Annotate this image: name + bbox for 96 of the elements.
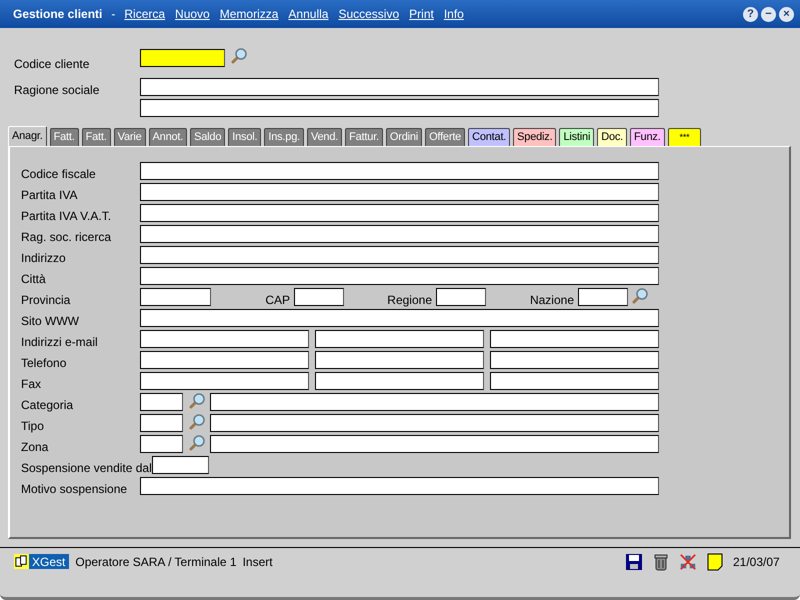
- code-field[interactable]: [140, 414, 183, 432]
- documents-icon: [14, 554, 29, 569]
- search-icon[interactable]: [188, 392, 206, 410]
- field-label: Indirizzi e-mail: [21, 334, 99, 349]
- code-field[interactable]: [140, 393, 183, 411]
- text-field[interactable]: [140, 372, 309, 390]
- tab[interactable]: Fatt.: [50, 128, 79, 146]
- tab[interactable]: Annot.: [148, 128, 188, 146]
- text-field[interactable]: [140, 267, 659, 285]
- tab[interactable]: Ins.pg.: [264, 128, 304, 146]
- text-field[interactable]: [140, 477, 659, 495]
- tab[interactable]: Spediz.: [513, 128, 556, 146]
- search-icon[interactable]: [230, 47, 248, 65]
- operator-text: Operatore SARA / Terminale 1: [75, 554, 237, 568]
- field-label: Nazione: [528, 292, 574, 307]
- tab[interactable]: Insol.: [228, 128, 262, 146]
- tab[interactable]: Contat.: [468, 128, 510, 146]
- tab[interactable]: Vend.: [306, 128, 342, 146]
- tab[interactable]: Listini: [559, 128, 594, 146]
- tab[interactable]: Anagr.: [8, 126, 47, 146]
- text-field[interactable]: [140, 162, 659, 180]
- note-icon[interactable]: [706, 552, 724, 570]
- date-field[interactable]: [152, 456, 209, 474]
- field-label: Sito WWW: [21, 313, 80, 328]
- window-title: Gestione clienti: [13, 7, 102, 21]
- menu-link[interactable]: Nuovo: [175, 7, 210, 21]
- text-field[interactable]: [140, 183, 659, 201]
- search-icon[interactable]: [188, 413, 206, 431]
- text-field[interactable]: [578, 288, 628, 306]
- window-button[interactable]: ×: [779, 6, 794, 22]
- title-separator: -: [111, 7, 116, 21]
- tab[interactable]: Ordini: [386, 128, 422, 146]
- text-field[interactable]: [140, 351, 309, 369]
- field-label: Ragione sociale: [14, 82, 100, 97]
- customer-code-field[interactable]: [140, 49, 225, 67]
- description-field[interactable]: [210, 393, 659, 411]
- text-field[interactable]: [294, 288, 344, 306]
- text-field[interactable]: [140, 309, 659, 327]
- tab[interactable]: Fatt.: [82, 128, 111, 146]
- text-field[interactable]: [490, 330, 659, 348]
- text-field[interactable]: [140, 225, 659, 243]
- text-field[interactable]: [490, 351, 659, 369]
- tab[interactable]: Offerte: [425, 128, 466, 146]
- tab[interactable]: Varie: [114, 128, 146, 146]
- menu-link[interactable]: Successivo: [338, 7, 400, 21]
- search-icon[interactable]: [631, 287, 649, 305]
- company-name-field[interactable]: [140, 78, 659, 96]
- search-icon[interactable]: [188, 434, 206, 452]
- text-field[interactable]: [140, 330, 309, 348]
- text-field[interactable]: [140, 246, 659, 264]
- text-field[interactable]: [315, 351, 484, 369]
- field-label: Categoria: [21, 397, 74, 412]
- description-field[interactable]: [210, 435, 659, 453]
- field-label: Provincia: [21, 292, 72, 307]
- app-badge[interactable]: XGest: [14, 554, 70, 569]
- tab[interactable]: Doc.: [597, 128, 628, 146]
- menu-link[interactable]: Info: [444, 7, 464, 21]
- window-button[interactable]: −: [761, 6, 776, 22]
- save-icon[interactable]: [625, 552, 643, 570]
- field-label: CAP: [264, 292, 290, 307]
- field-label: Città: [21, 271, 47, 286]
- field-label: Motivo sospensione: [21, 481, 128, 496]
- field-label: Fax: [21, 376, 42, 391]
- field-label: Telefono: [21, 355, 68, 370]
- field-label: Zona: [21, 439, 50, 454]
- text-field[interactable]: [315, 330, 484, 348]
- menu-link[interactable]: Annulla: [288, 7, 328, 21]
- trash-icon[interactable]: [652, 552, 670, 570]
- field-label: Tipo: [21, 418, 45, 433]
- tab[interactable]: ***: [668, 128, 702, 146]
- code-field[interactable]: [140, 435, 183, 453]
- tab[interactable]: Saldo: [190, 128, 226, 146]
- field-label: Codice fiscale: [21, 166, 97, 181]
- field-label: Rag. soc. ricerca: [21, 229, 112, 244]
- mode-text: Insert: [242, 554, 273, 568]
- text-field[interactable]: [436, 288, 486, 306]
- field-label: Partita IVA V.A.T.: [21, 208, 112, 223]
- menu-link[interactable]: Ricerca: [124, 7, 166, 21]
- text-field[interactable]: [315, 372, 484, 390]
- text-field[interactable]: [490, 372, 659, 390]
- tab[interactable]: Fattur.: [345, 128, 383, 146]
- field-label: Indirizzo: [21, 250, 67, 265]
- field-label: Partita IVA: [21, 187, 78, 202]
- network-disconnected-icon[interactable]: [679, 552, 697, 570]
- date-text: 21/03/07: [733, 554, 781, 568]
- field-label: Sospensione vendite dal: [21, 460, 152, 475]
- menu-link[interactable]: Print: [409, 7, 434, 21]
- field-label: Regione: [386, 292, 432, 307]
- text-field[interactable]: [140, 288, 211, 306]
- tab[interactable]: Funz.: [630, 128, 665, 146]
- field-label: Codice cliente: [14, 56, 90, 71]
- menu-link[interactable]: Memorizza: [220, 7, 278, 21]
- company-name-field[interactable]: [140, 99, 659, 117]
- text-field[interactable]: [140, 204, 659, 222]
- window-button[interactable]: ?: [743, 6, 758, 22]
- description-field[interactable]: [210, 414, 659, 432]
